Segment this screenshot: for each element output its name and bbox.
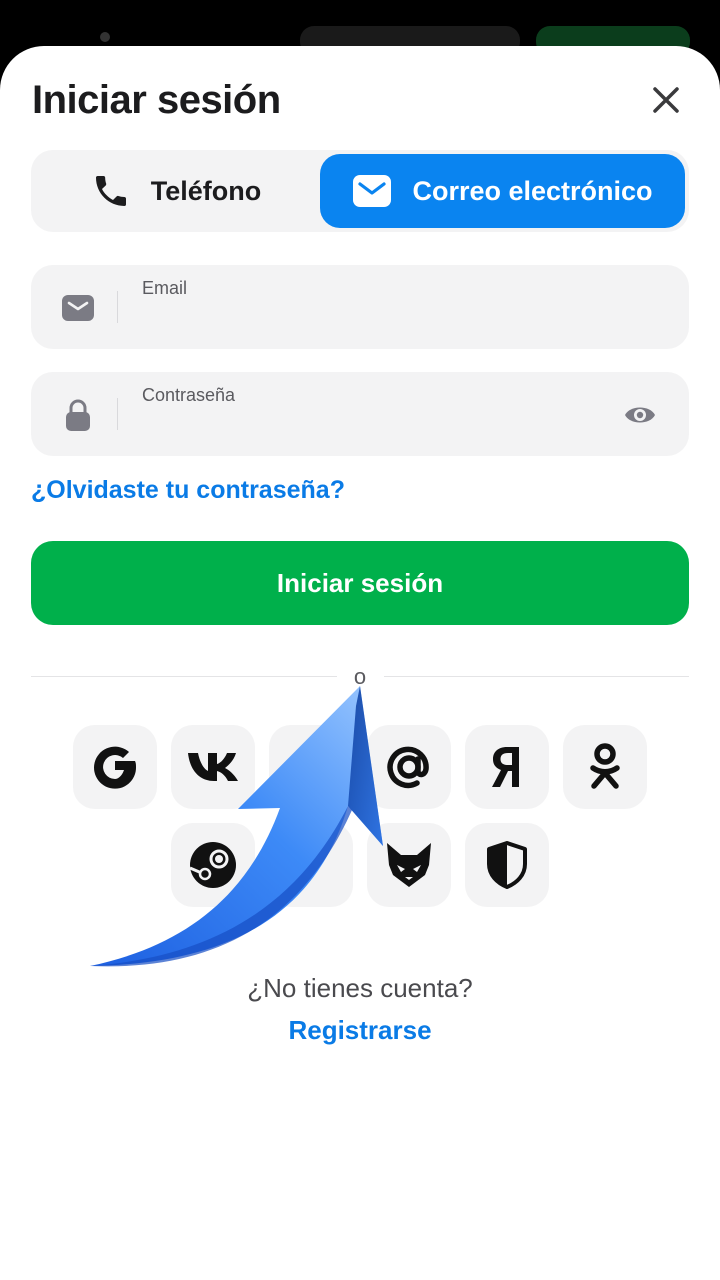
close-button[interactable] [646,80,686,120]
password-input[interactable] [142,412,612,444]
show-password-toggle[interactable] [623,398,657,432]
login-button-label: Iniciar sesión [276,567,444,598]
steam-login-button[interactable] [171,823,255,907]
ok-login-button[interactable] [563,725,647,809]
close-icon [653,87,679,113]
login-sheet: Iniciar sesión Teléfono Correo electróni… [0,46,720,1280]
email-field[interactable]: Email [31,265,689,349]
yandex-login-button[interactable] [465,725,549,809]
divider-text: o [353,664,367,689]
mailru-login-button[interactable] [367,725,451,809]
shield-icon [487,841,527,889]
field-separator [117,291,118,323]
lock-icon [66,399,90,431]
steam-icon [189,842,236,888]
yandex-icon [492,747,519,787]
envelope-icon [62,295,94,321]
login-method-switch: Teléfono Correo electrónico [31,150,689,232]
envelope-icon [353,175,392,207]
hidden-login-button[interactable] [269,725,353,809]
tab-email[interactable]: Correo electrónico [320,154,685,228]
tab-email-label: Correo electrónico [412,175,653,206]
no-account-text: ¿No tienes cuenta? [247,973,473,1003]
fox-icon [387,843,431,887]
login-button[interactable]: Iniciar sesión [31,541,689,625]
email-input[interactable] [142,305,612,337]
tab-phone[interactable]: Teléfono [35,154,317,228]
at-sign-icon [387,746,429,789]
divider-right [384,676,689,677]
vk-login-button[interactable] [171,725,255,809]
eye-icon [625,407,655,423]
divider-left [31,676,337,677]
shield-login-button[interactable] [465,823,549,907]
page-title: Iniciar sesión [32,78,281,122]
password-field[interactable]: Contraseña [31,372,689,456]
forgot-password-link[interactable]: ¿Olvidaste tu contraseña? [31,476,345,505]
phone-icon [95,176,126,206]
ok-icon [590,743,620,789]
google-icon [94,746,137,789]
vk-icon [188,753,238,781]
hidden-login-button-2[interactable] [269,823,353,907]
tab-phone-label: Teléfono [150,175,262,206]
camera-dot [100,32,110,42]
field-separator [117,398,118,430]
metamask-login-button[interactable] [367,823,451,907]
email-label: Email [142,278,188,298]
password-label: Contraseña [142,385,236,405]
google-login-button[interactable] [73,725,157,809]
register-link[interactable]: Registrarse [0,1015,720,1046]
